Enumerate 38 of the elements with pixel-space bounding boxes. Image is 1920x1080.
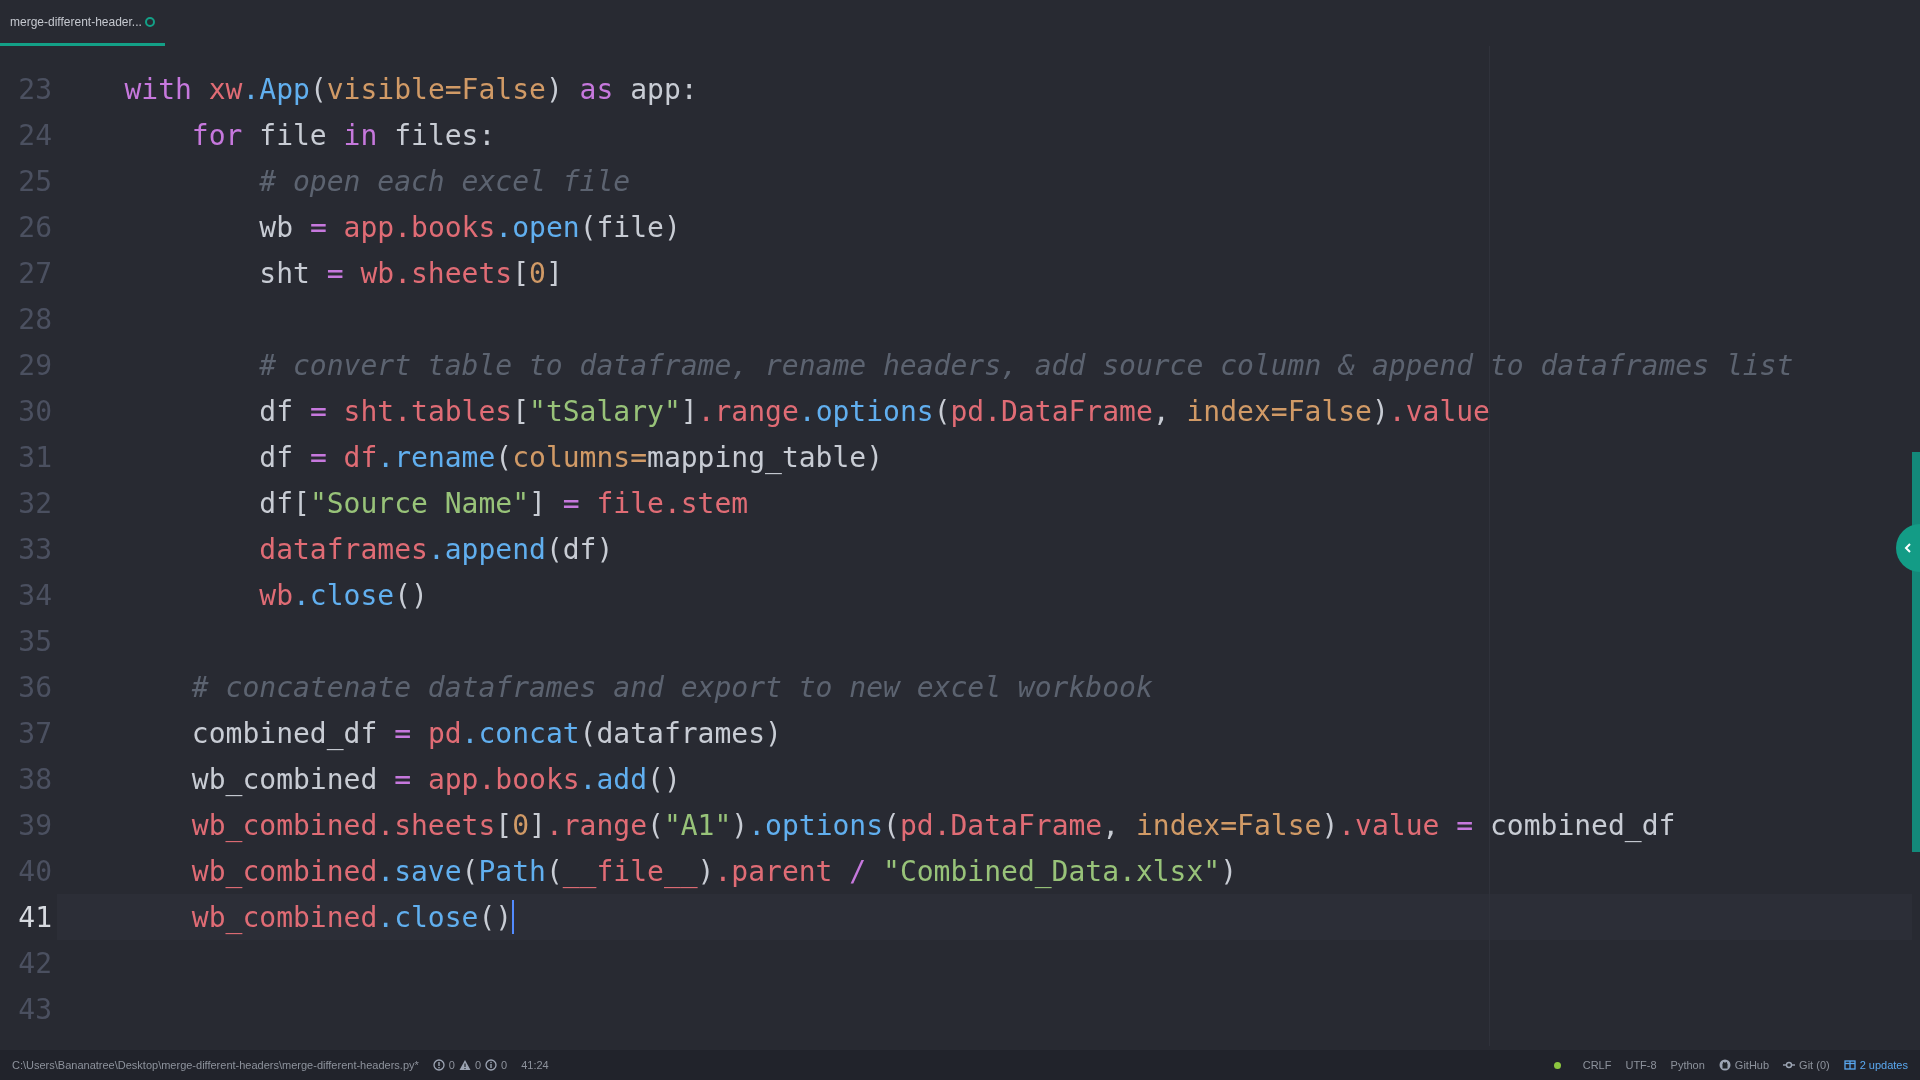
cursor-position[interactable]: 41:24: [521, 1059, 549, 1071]
code-line: combined_df = pd.concat(dataframes): [190, 716, 782, 750]
code-line: wb.close(): [258, 578, 428, 612]
panel-toggle[interactable]: [1896, 524, 1920, 572]
code-line: df["Source Name"] = file.stem: [258, 486, 749, 520]
code-line: # convert table to dataframe, rename headers, add source column & append to dataframes list: [258, 348, 1794, 382]
git-button[interactable]: Git (0): [1783, 1059, 1830, 1071]
code-line: with xw.App(visible=False) as app:: [123, 72, 698, 106]
code-line: dataframes.append(df): [258, 532, 614, 566]
commit-icon: [1783, 1059, 1796, 1071]
code-line: # concatenate dataframes and export to new excel workbook: [190, 670, 1153, 704]
file-path[interactable]: C:\Users\Bananatree\Desktop\merge-different-headers\merge-different-headers.py*: [12, 1059, 419, 1071]
code-line: wb = app.books.open(file): [258, 210, 681, 244]
chevron-left-icon: [1904, 543, 1912, 553]
github-button[interactable]: GitHub: [1718, 1059, 1770, 1071]
file-tab[interactable]: merge-different-header...: [0, 0, 165, 46]
code-line: wb_combined.save(Path(__file__).parent / "Combined_Data.xlsx"): [190, 854, 1238, 888]
encoding-button[interactable]: UTF-8: [1625, 1059, 1657, 1071]
github-icon: [1718, 1059, 1731, 1071]
error-icon: [432, 1059, 445, 1071]
code-line: wb_combined = app.books.add(): [190, 762, 681, 796]
code-line: df = df.rename(columns=mapping_table): [258, 440, 884, 474]
code-line: sht = wb.sheets[0]: [258, 256, 563, 290]
code-line: wb_combined.sheets[0].range("A1").options(pd.DataFrame, index=False).value = combined_df: [190, 808, 1676, 842]
code-line: # open each excel file: [258, 164, 631, 198]
package-icon: [1843, 1059, 1856, 1071]
warning-icon: [458, 1059, 471, 1071]
diagnostics-button[interactable]: 0 0 0: [432, 1059, 508, 1071]
info-icon: [485, 1059, 498, 1071]
code-line: df = sht.tables["tSalary"].range.options(pd.DataFrame, index=False).value: [258, 394, 1490, 428]
status-dot-icon: [1553, 1061, 1561, 1069]
code-line: for file in files:: [190, 118, 496, 152]
updates-button[interactable]: 2 updates: [1843, 1059, 1908, 1071]
text-cursor: [512, 900, 515, 934]
code-line: wb_combined.close(): [190, 900, 513, 934]
line-number: 41: [17, 900, 52, 934]
line-ending-button[interactable]: CRLF: [1582, 1059, 1612, 1071]
language-button[interactable]: Python: [1670, 1059, 1705, 1071]
